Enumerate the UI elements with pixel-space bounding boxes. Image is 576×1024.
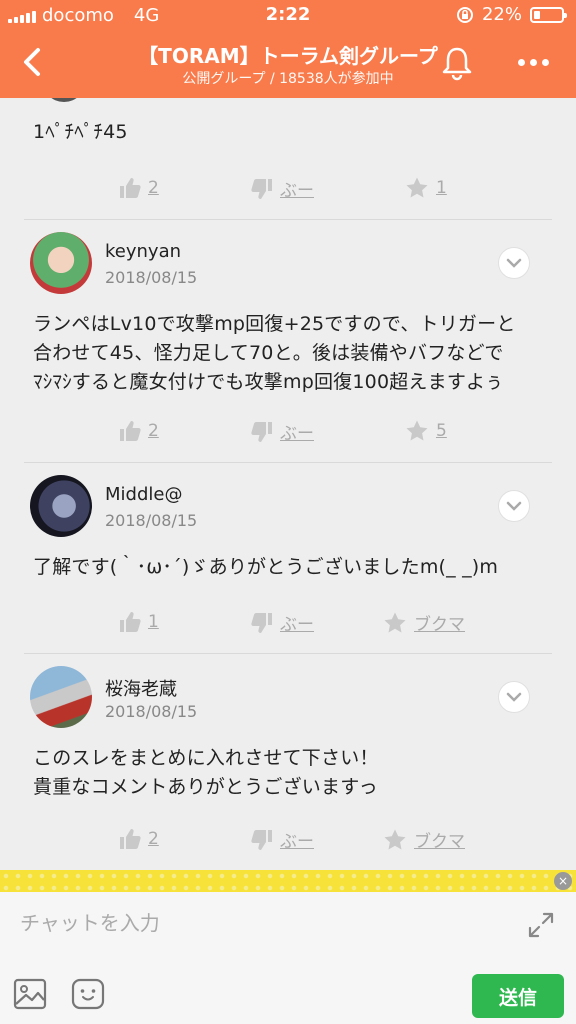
more-icon[interactable]	[510, 52, 556, 72]
rotation-lock-icon	[456, 6, 473, 23]
star-icon	[406, 420, 428, 441]
comment-line: 合わせて45、怪力足して70と。後は装備やバフなどで	[33, 342, 504, 364]
thumbs-up-icon	[120, 829, 141, 849]
bookmark-label: ブクマ	[414, 615, 465, 635]
dislike-label: ぶー	[280, 832, 314, 852]
username: 桜海老蔵	[105, 679, 177, 700]
dislike-button[interactable]: ぶー	[250, 176, 314, 201]
bookmark-button[interactable]: 5	[404, 419, 447, 443]
comment-text: このスレをまとめに入れさせて下さい！ 貴重なコメントありがとうございますっ	[33, 744, 379, 802]
comment-text: 1ﾍﾟﾁﾍﾟﾁ45	[33, 121, 128, 143]
like-button[interactable]: 2	[118, 827, 159, 851]
thumbs-up-icon	[120, 612, 141, 632]
bookmark-count: 1	[436, 178, 447, 198]
chat-bar: 送信	[0, 892, 576, 1024]
thumbs-down-icon	[251, 421, 272, 442]
star-icon	[384, 612, 406, 632]
star-icon	[406, 177, 428, 198]
send-button[interactable]: 送信	[472, 974, 564, 1018]
bell-icon[interactable]	[438, 44, 476, 82]
divider	[24, 462, 552, 463]
bookmark-label: ブクマ	[414, 832, 465, 852]
chevron-down-icon[interactable]	[498, 490, 530, 522]
thumbs-down-icon	[251, 829, 272, 850]
bookmark-count: 5	[436, 421, 447, 441]
dislike-button[interactable]: ぶー	[250, 610, 314, 635]
like-count: 2	[148, 421, 159, 441]
thumbs-up-icon	[120, 178, 141, 198]
battery-fill	[534, 10, 540, 19]
thumbs-down-icon	[251, 178, 272, 199]
dislike-label: ぶー	[280, 615, 314, 635]
dislike-button[interactable]: ぶー	[250, 419, 314, 444]
battery-icon	[530, 6, 567, 23]
status-bar: docomo 4G 2:22 22%	[0, 0, 576, 30]
dislike-label: ぶー	[280, 424, 314, 444]
comment-text: 了解です(｀･ω･´)ゞありがとうございましたm(_ _)m	[33, 553, 498, 582]
like-button[interactable]: 2	[118, 419, 159, 443]
avatar	[30, 666, 92, 728]
post-date: 2018/08/15	[105, 268, 198, 287]
chevron-down-icon[interactable]	[498, 247, 530, 279]
header-bar: 【TORAM】トーラム剣グループ 公開グループ / 18538人が参加中	[0, 30, 576, 98]
chat-input[interactable]	[18, 902, 502, 944]
ad-banner[interactable]: ×	[0, 870, 576, 892]
like-button[interactable]: 2	[118, 176, 159, 200]
thumbs-up-icon	[120, 421, 141, 441]
comment-line: ランペはLv10で攻撃mp回復+25ですので、トリガーと	[33, 313, 516, 335]
avatar	[30, 475, 92, 537]
group-title: 【TORAM】トーラム剣グループ	[138, 44, 438, 68]
comment-line: このスレをまとめに入れさせて下さい！	[33, 747, 379, 769]
like-count: 1	[148, 612, 159, 632]
comment-line: 了解です(｀･ω･´)ゞありがとうございましたm(_ _)m	[33, 556, 499, 578]
star-icon	[384, 829, 406, 849]
dislike-label: ぶー	[280, 181, 314, 201]
bookmark-button[interactable]: ブクマ	[382, 610, 465, 635]
post-date: 2018/08/15	[105, 511, 198, 530]
bookmark-button[interactable]: 1	[404, 176, 447, 200]
bookmark-button[interactable]: ブクマ	[382, 827, 465, 852]
chevron-down-icon[interactable]	[498, 681, 530, 713]
comment-line: 貴重なコメントありがとうございますっ	[33, 776, 378, 798]
comment-text: ランペはLv10で攻撃mp回復+25ですので、トリガーと 合わせて45、怪力足し…	[33, 310, 516, 397]
divider	[24, 653, 552, 654]
like-button[interactable]: 1	[118, 610, 159, 634]
comment-line: ﾏｼﾏｼすると魔女付けでも攻撃mp回復100超えますよぅ	[33, 371, 504, 393]
avatar	[42, 98, 86, 102]
divider	[24, 219, 552, 220]
group-subtitle: 公開グループ / 18538人が参加中	[182, 71, 394, 87]
like-count: 2	[148, 829, 159, 849]
like-count: 2	[148, 178, 159, 198]
expand-icon[interactable]	[526, 910, 556, 940]
emoji-icon[interactable]	[70, 976, 106, 1012]
thumbs-down-icon	[251, 612, 272, 633]
battery-percent: 22%	[481, 4, 522, 25]
dislike-button[interactable]: ぶー	[250, 827, 314, 852]
comment-feed[interactable]: 1ﾍﾟﾁﾍﾟﾁ45 2 ぶー 1 keynyan 2018/08/15 ランペは…	[0, 98, 576, 870]
post-date: 2018/08/15	[105, 702, 198, 721]
close-icon[interactable]: ×	[554, 872, 572, 890]
username: Middle@	[105, 484, 183, 505]
status-right: 22%	[456, 4, 567, 25]
avatar	[30, 232, 92, 294]
username: keynyan	[105, 241, 182, 262]
image-icon[interactable]	[12, 976, 48, 1012]
